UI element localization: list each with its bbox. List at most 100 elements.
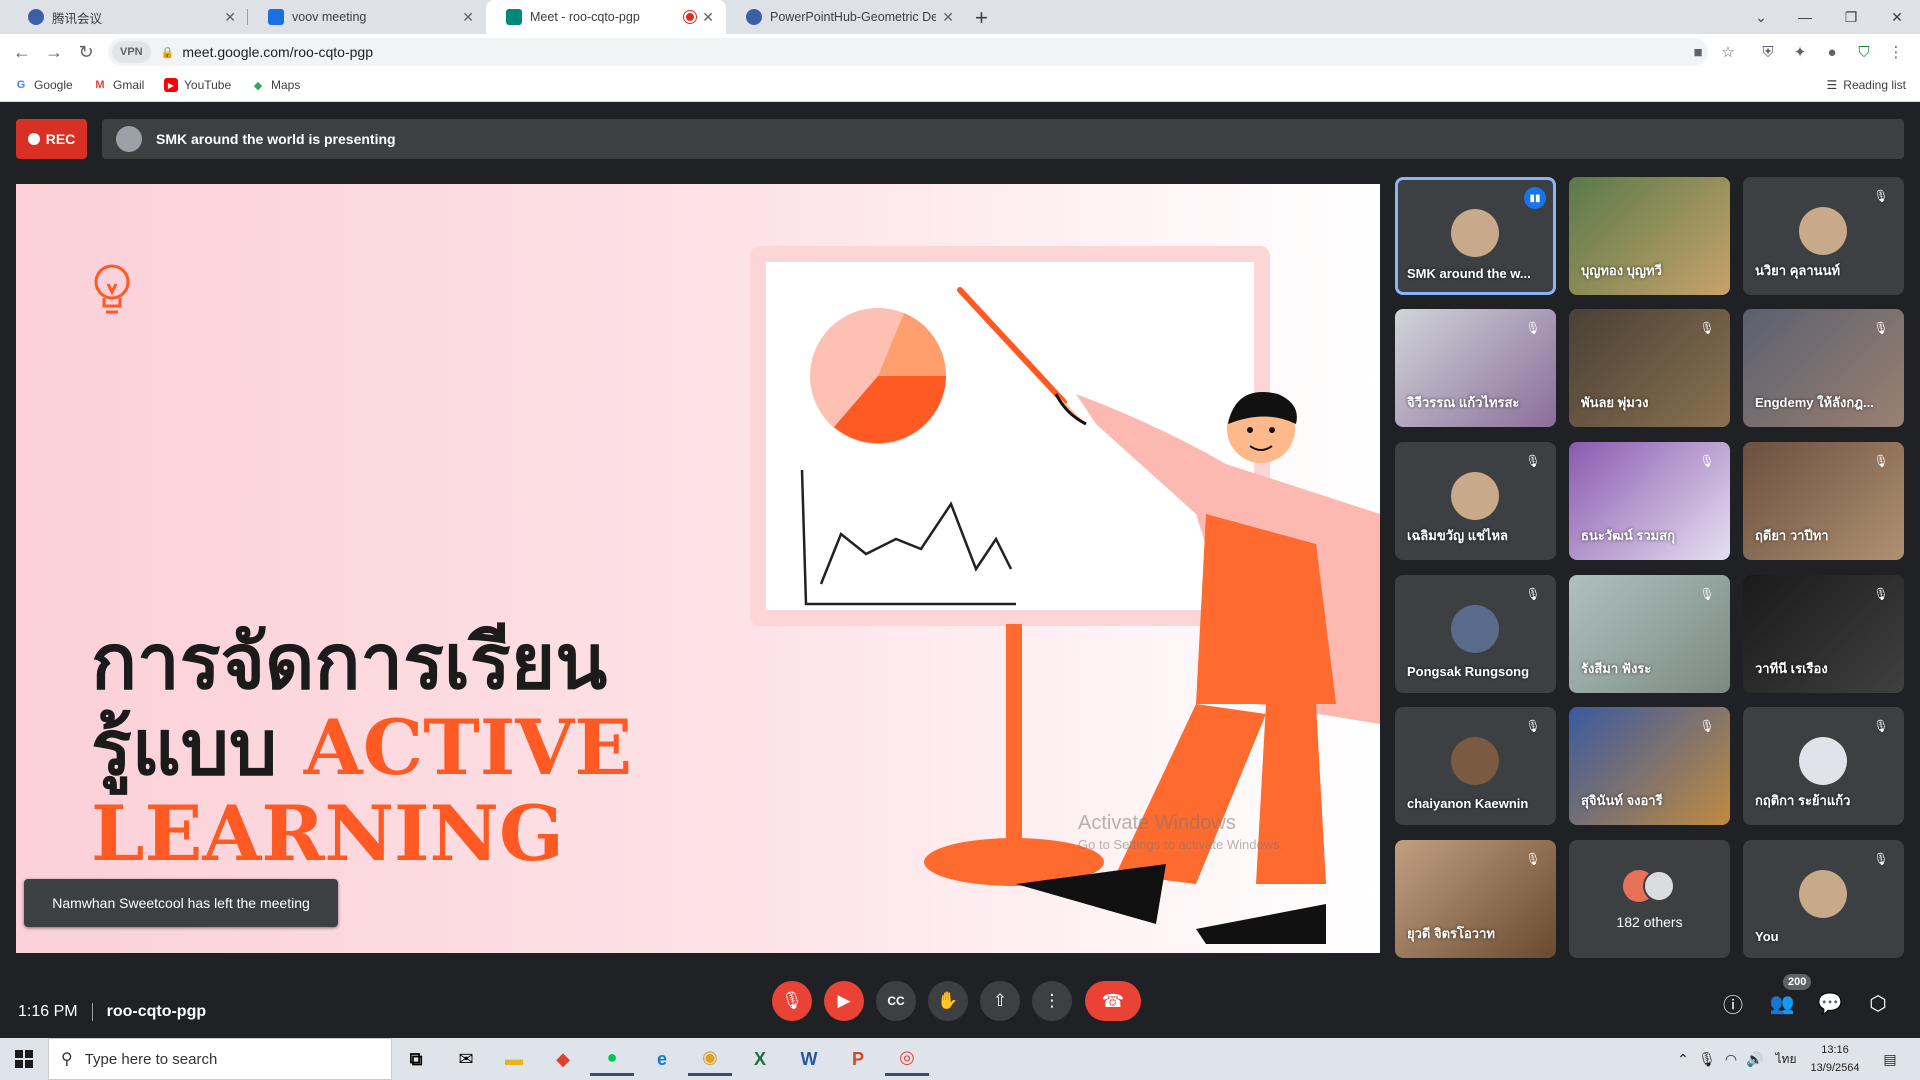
others-tile[interactable]: 182 others	[1569, 840, 1730, 958]
reading-list-button[interactable]: ☰ Reading list	[1827, 78, 1906, 92]
file-explorer-icon[interactable]: ▬	[492, 1042, 536, 1076]
participant-tile[interactable]: 🎙 chaiyanon Kaewnin	[1395, 707, 1556, 825]
participant-tile[interactable]: 🎙 Pongsak Rungsong	[1395, 575, 1556, 693]
camera-off-button[interactable]: ▶	[824, 981, 864, 1021]
participant-tile[interactable]: 🎙 กฤติกา ระย้าแก้ว	[1743, 707, 1904, 825]
extension-shield-icon[interactable]: ⛨	[1758, 42, 1778, 62]
bookmark-star-icon[interactable]: ☆	[1718, 42, 1738, 62]
volume-icon[interactable]: 🔊	[1744, 1038, 1766, 1080]
tab-tencent-meeting[interactable]: 腾讯会议 ✕	[8, 0, 248, 34]
mic-off-icon: 🎙	[1873, 587, 1889, 601]
bookmark-youtube[interactable]: ▶ YouTube	[164, 78, 231, 92]
participant-tile[interactable]: 🎙 ธนะวัฒน์ รวมสกุ	[1569, 442, 1730, 560]
presentation-slide[interactable]: การจัดการเรียน รู้แบบ ACTIVE LEARNING Ac…	[16, 184, 1380, 953]
wifi-icon[interactable]: ◠	[1720, 1038, 1742, 1080]
activities-icon: ⬡	[1869, 992, 1887, 1015]
close-window-button[interactable]: ✕	[1874, 0, 1920, 34]
mail-icon[interactable]: ✉	[444, 1042, 488, 1076]
excel-icon[interactable]: X	[738, 1042, 782, 1076]
present-icon: ⇧	[992, 991, 1008, 1010]
presenting-text: SMK around the world is presenting	[156, 131, 396, 147]
tab-voov-meeting[interactable]: voov meeting ✕	[248, 0, 486, 34]
maps-icon: ◆	[253, 79, 263, 92]
task-view-icon[interactable]: ⧉	[394, 1042, 438, 1076]
participant-tile[interactable]: 🎙 รังสีมา ฟังระ	[1569, 575, 1730, 693]
reading-list-icon: ☰	[1826, 78, 1838, 92]
minimize-button[interactable]: —	[1782, 0, 1828, 34]
more-options-button[interactable]: ⋮	[1032, 981, 1072, 1021]
anydesk-icon[interactable]: ◆	[541, 1042, 585, 1076]
search-icon: ⚲	[61, 1051, 73, 1068]
edge-icon[interactable]: e	[640, 1042, 684, 1076]
participant-tile[interactable]: 🎙 เฉลิมขวัญ แช่ไหล	[1395, 442, 1556, 560]
bookmark-gmail[interactable]: M Gmail	[93, 78, 144, 92]
powerpoint-icon[interactable]: P	[836, 1042, 880, 1076]
profile-avatar-icon[interactable]: ●	[1822, 42, 1842, 62]
camera-off-icon: ▶	[837, 991, 851, 1010]
participant-tile[interactable]: 🎙 สุจินันท์ จงอารี	[1569, 707, 1730, 825]
bookmark-google[interactable]: G Google	[14, 78, 73, 92]
tab-close-icon[interactable]: ✕	[462, 9, 474, 26]
tab-close-icon[interactable]: ✕	[702, 9, 714, 26]
leave-call-button[interactable]: ☎	[1085, 981, 1141, 1021]
raise-hand-button[interactable]: ✋	[928, 981, 968, 1021]
participant-tile[interactable]: 🎙 พันลย พุ่มวง	[1569, 309, 1730, 427]
tab-powerpointhub[interactable]: PowerPointHub-Geometric Desig ✕	[726, 0, 966, 34]
address-bar[interactable]: VPN 🔒 meet.google.com/roo-cqto-pgp	[108, 38, 1708, 66]
participant-tile[interactable]: 🎙 จิวีวรรณ แก้วไทรสะ	[1395, 309, 1556, 427]
tab-close-icon[interactable]: ✕	[942, 9, 954, 26]
meeting-details-button[interactable]: ⓘ	[1719, 989, 1747, 1017]
bookmark-maps[interactable]: ◆ Maps	[251, 78, 301, 92]
taskbar-search-input[interactable]: ⚲ Type here to search	[48, 1038, 392, 1080]
word-icon[interactable]: W	[787, 1042, 831, 1076]
lock-icon[interactable]: 🔒	[161, 46, 175, 59]
tab-google-meet[interactable]: Meet - roo-cqto-pgp ✕	[486, 0, 726, 34]
extensions-puzzle-icon[interactable]: ✦	[1790, 42, 1810, 62]
reload-button[interactable]: ↻	[74, 40, 98, 64]
recording-badge[interactable]: REC	[16, 119, 87, 159]
notifications-icon[interactable]: ▤	[1872, 1038, 1908, 1080]
url-text[interactable]: meet.google.com/roo-cqto-pgp	[182, 44, 373, 60]
left-meeting-toast: Namwhan Sweetcool has left the meeting	[24, 879, 338, 927]
chrome-icon[interactable]: ◉	[688, 1042, 732, 1076]
self-tile[interactable]: 🎙 You	[1743, 840, 1904, 958]
chrome-menu-icon[interactable]: ⋮	[1886, 42, 1906, 62]
security-extension-icon[interactable]: ⛉	[1854, 42, 1874, 62]
participant-tile[interactable]: 🎙 นวิยา คุลานนท์	[1743, 177, 1904, 295]
people-button[interactable]: 👥	[1768, 989, 1796, 1017]
chat-button[interactable]: 💬	[1816, 989, 1844, 1017]
line-app-icon[interactable]: ●	[590, 1042, 634, 1076]
participant-tile[interactable]: 🎙 ยุวดี จิตรโอวาท	[1395, 840, 1556, 958]
forward-button[interactable]: →	[42, 40, 66, 64]
restore-button[interactable]: ❐	[1828, 0, 1874, 34]
rec-label: REC	[45, 131, 76, 147]
bookmarks-bar: G Google M Gmail ▶ YouTube ◆ Maps ☰ Read…	[0, 70, 1920, 102]
system-clock[interactable]: 13:16 13/9/2564	[1805, 1041, 1865, 1077]
back-button[interactable]: ←	[10, 40, 34, 64]
present-now-button[interactable]: ⇧	[980, 981, 1020, 1021]
mic-off-button[interactable]: 🎙	[772, 981, 812, 1021]
microphone-tray-icon[interactable]: 🎙	[1696, 1038, 1718, 1080]
participant-name: Engdemy ให้ลังกฎ...	[1755, 395, 1874, 410]
participant-tile[interactable]: ▮▮ SMK around the w...	[1395, 177, 1556, 295]
participant-tile[interactable]: 🎙 ฤดียา วาปีทา	[1743, 442, 1904, 560]
meet-area: REC SMK around the world is presenting ก…	[0, 103, 1920, 1038]
chrome-profile-icon[interactable]: ◎	[885, 1042, 929, 1076]
participant-tile[interactable]: 🎙 วาทีนี เรเรือง	[1743, 575, 1904, 693]
tab-search-icon[interactable]: ⌄	[1738, 0, 1784, 34]
vpn-badge[interactable]: VPN	[112, 41, 151, 63]
phone-hangup-icon: ☎	[1101, 990, 1125, 1011]
start-button[interactable]	[0, 1038, 48, 1080]
new-tab-button[interactable]: +	[975, 5, 988, 31]
tencent-meeting-favicon-icon	[28, 9, 44, 25]
captions-button[interactable]: CC	[876, 981, 916, 1021]
speaking-indicator-icon: ▮▮	[1524, 187, 1546, 209]
language-indicator[interactable]: ไทย	[1770, 1038, 1802, 1080]
participant-tile[interactable]: 🎙 Engdemy ให้ลังกฎ...	[1743, 309, 1904, 427]
tray-expand-icon[interactable]: ⌃	[1672, 1038, 1694, 1080]
participant-tile[interactable]: บุญทอง บุญทวี	[1569, 177, 1730, 295]
tab-close-icon[interactable]: ✕	[224, 9, 236, 26]
camera-in-use-icon[interactable]: ■	[1688, 42, 1708, 62]
activities-button[interactable]: ⬡	[1864, 989, 1892, 1017]
clock-time: 13:16	[1821, 1044, 1849, 1056]
